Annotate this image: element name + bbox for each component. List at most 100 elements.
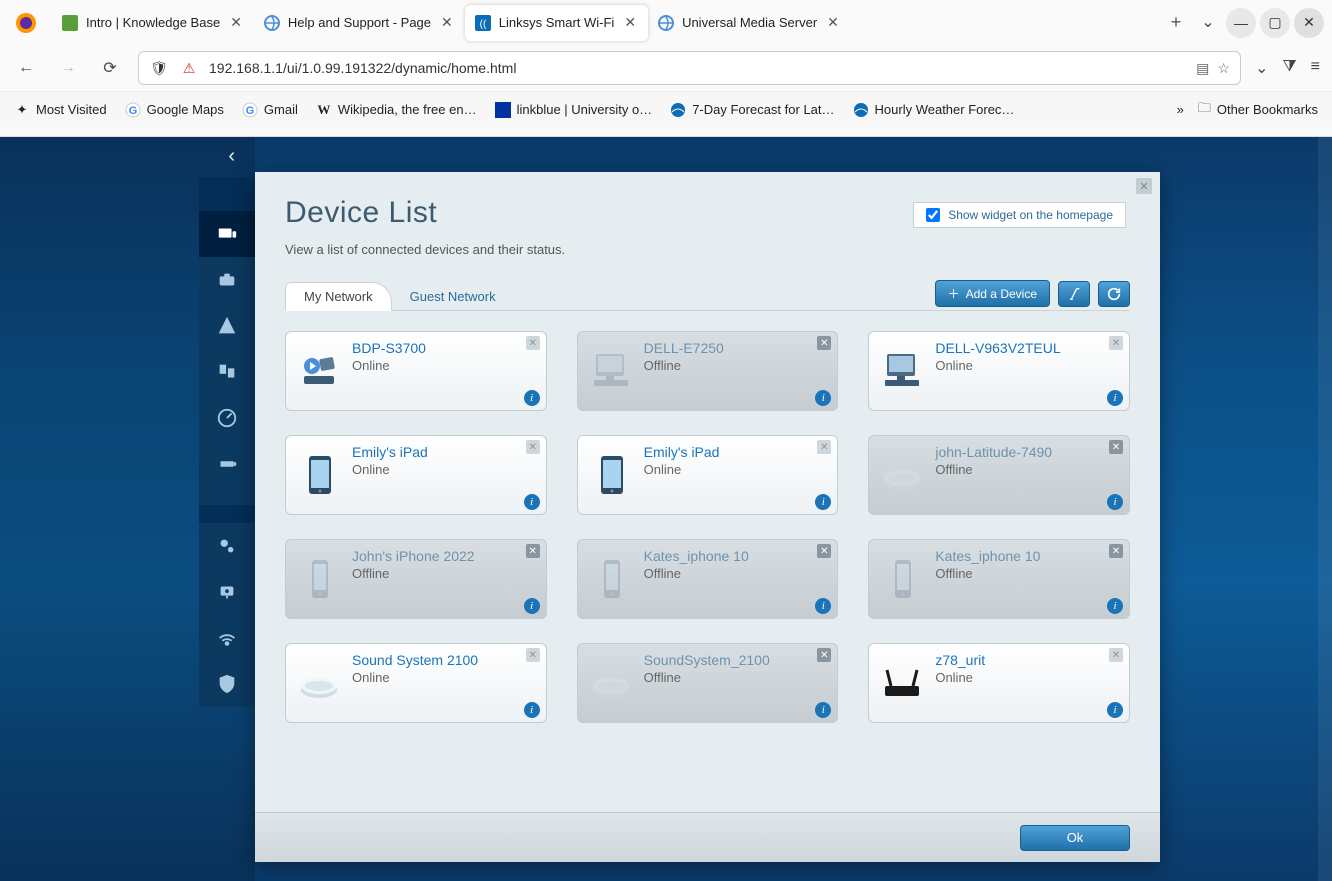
device-name: DELL-V963V2TEUL [935, 340, 1119, 356]
minimize-button[interactable]: — [1226, 8, 1256, 38]
show-widget-input[interactable] [926, 208, 940, 222]
bookmark-item[interactable]: WWikipedia, the free en… [316, 102, 477, 118]
device-info-icon[interactable]: i [815, 598, 831, 614]
tab-close-icon[interactable]: ✕ [439, 12, 455, 33]
sidebar-security-icon[interactable] [199, 661, 255, 707]
device-remove-icon[interactable]: ✕ [817, 544, 831, 558]
device-card[interactable]: Kates_iphone 10Offline✕i [577, 539, 839, 619]
browser-tab[interactable]: ((Linksys Smart Wi-Fi✕ [465, 5, 648, 41]
show-widget-checkbox[interactable]: Show widget on the homepage [913, 202, 1126, 228]
menu-icon[interactable]: ≡ [1311, 58, 1320, 78]
tab-close-icon[interactable]: ✕ [622, 12, 638, 33]
sidebar-wireless-icon[interactable] [199, 615, 255, 661]
browser-tab[interactable]: Intro | Knowledge Base✕ [52, 5, 254, 41]
tab-favicon [62, 15, 78, 31]
bookmark-label: linkblue | University o… [517, 102, 653, 117]
url-text: 192.168.1.1/ui/1.0.99.191322/dynamic/hom… [209, 60, 516, 76]
device-card[interactable]: DELL-E7250Offline✕i [577, 331, 839, 411]
device-remove-icon[interactable]: ✕ [1109, 544, 1123, 558]
add-device-button[interactable]: ＋Add a Device [935, 280, 1050, 307]
device-card[interactable]: BDP-S3700Online✕i [285, 331, 547, 411]
bookmark-item[interactable]: linkblue | University o… [495, 102, 653, 118]
device-info-icon[interactable]: i [1107, 598, 1123, 614]
device-card[interactable]: SoundSystem_2100Offline✕i [577, 643, 839, 723]
bookmark-item[interactable]: Hourly Weather Forec… [853, 102, 1015, 118]
device-card[interactable]: DELL-V963V2TEULOnline✕i [868, 331, 1130, 411]
tab-close-icon[interactable]: ✕ [228, 12, 244, 33]
tab-guest-network[interactable]: Guest Network [392, 283, 514, 310]
device-remove-icon[interactable]: ✕ [526, 336, 540, 350]
insecure-icon: ⚠ [179, 58, 199, 78]
device-info-icon[interactable]: i [1107, 702, 1123, 718]
extensions-icon[interactable]: ⧩ [1282, 58, 1296, 78]
address-bar[interactable]: 🛡 ⚠ 192.168.1.1/ui/1.0.99.191322/dynamic… [138, 51, 1241, 85]
device-card[interactable]: Kates_iphone 10Offline✕i [868, 539, 1130, 619]
device-info-icon[interactable]: i [1107, 390, 1123, 406]
folder-icon: 🗀 [1198, 99, 1211, 121]
device-card[interactable]: john-Latitude-7490Offline✕i [868, 435, 1130, 515]
sidebar-device-list-icon[interactable] [199, 211, 255, 257]
device-remove-icon[interactable]: ✕ [817, 440, 831, 454]
device-remove-icon[interactable]: ✕ [1109, 336, 1123, 350]
panel-close-button[interactable]: ✕ [1136, 178, 1152, 194]
bookmark-item[interactable]: ✦Most Visited [14, 102, 107, 118]
overflow-tabs-button[interactable]: ⌄ [1194, 8, 1222, 36]
device-info-icon[interactable]: i [524, 390, 540, 406]
new-tab-button[interactable]: + [1162, 9, 1190, 37]
sidebar-connectivity-icon[interactable] [199, 523, 255, 569]
device-card[interactable]: Sound System 2100Online✕i [285, 643, 547, 723]
svg-text:+: + [225, 587, 229, 596]
refresh-button[interactable] [1098, 281, 1130, 307]
bookmark-overflow-icon[interactable]: » [1177, 102, 1184, 117]
bookmark-item[interactable]: GGmail [242, 102, 298, 118]
device-info-icon[interactable]: i [815, 702, 831, 718]
scrollbar[interactable] [1318, 137, 1332, 881]
sidebar-troubleshoot-icon[interactable]: + [199, 569, 255, 615]
device-info-icon[interactable]: i [524, 702, 540, 718]
bookmark-item[interactable]: GGoogle Maps [125, 102, 224, 118]
device-remove-icon[interactable]: ✕ [1109, 648, 1123, 662]
forward-button[interactable]: → [54, 54, 82, 82]
sidebar-usb-icon[interactable] [199, 441, 255, 487]
pocket-icon[interactable]: ⌄ [1255, 58, 1268, 78]
back-button[interactable]: ← [12, 54, 40, 82]
bookmark-favicon: W [316, 102, 332, 118]
device-info-icon[interactable]: i [1107, 494, 1123, 510]
device-name: DELL-E7250 [644, 340, 828, 356]
window-close-button[interactable]: ✕ [1294, 8, 1324, 38]
device-remove-icon[interactable]: ✕ [1109, 440, 1123, 454]
sidebar-guest-access-icon[interactable] [199, 257, 255, 303]
sidebar-speedtest-icon[interactable] [199, 395, 255, 441]
other-bookmarks[interactable]: 🗀Other Bookmarks [1198, 99, 1318, 121]
maximize-button[interactable]: ▢ [1260, 8, 1290, 38]
bookmark-item[interactable]: 7-Day Forecast for Lat… [670, 102, 834, 118]
device-info-icon[interactable]: i [524, 494, 540, 510]
bookmark-star-icon[interactable]: ☆ [1217, 60, 1230, 77]
tab-close-icon[interactable]: ✕ [825, 12, 841, 33]
device-remove-icon[interactable]: ✕ [817, 336, 831, 350]
device-card[interactable]: John's iPhone 2022Offline✕i [285, 539, 547, 619]
device-remove-icon[interactable]: ✕ [526, 544, 540, 558]
device-info-icon[interactable]: i [815, 494, 831, 510]
ok-button[interactable]: Ok [1020, 825, 1130, 851]
device-remove-icon[interactable]: ✕ [526, 648, 540, 662]
sidebar-collapse-icon[interactable]: ‹ [228, 145, 235, 168]
cleanup-button[interactable] [1058, 281, 1090, 307]
device-remove-icon[interactable]: ✕ [526, 440, 540, 454]
device-card[interactable]: z78_uritOnline✕i [868, 643, 1130, 723]
tab-my-network[interactable]: My Network [285, 282, 392, 311]
device-remove-icon[interactable]: ✕ [817, 648, 831, 662]
device-info-icon[interactable]: i [815, 390, 831, 406]
reload-button[interactable]: ⟳ [96, 54, 124, 82]
device-card[interactable]: Emily's iPadOnline✕i [577, 435, 839, 515]
browser-tab[interactable]: Help and Support - Page✕ [254, 5, 465, 41]
sidebar-parental-icon[interactable] [199, 303, 255, 349]
bookmark-label: Gmail [264, 102, 298, 117]
reader-icon[interactable]: ▤ [1196, 60, 1209, 77]
browser-tab[interactable]: Universal Media Server✕ [648, 5, 851, 41]
device-info-icon[interactable]: i [524, 598, 540, 614]
bookmark-favicon: G [125, 102, 141, 118]
device-status: Offline [352, 566, 536, 581]
sidebar-media-icon[interactable] [199, 349, 255, 395]
device-card[interactable]: Emily's iPadOnline✕i [285, 435, 547, 515]
